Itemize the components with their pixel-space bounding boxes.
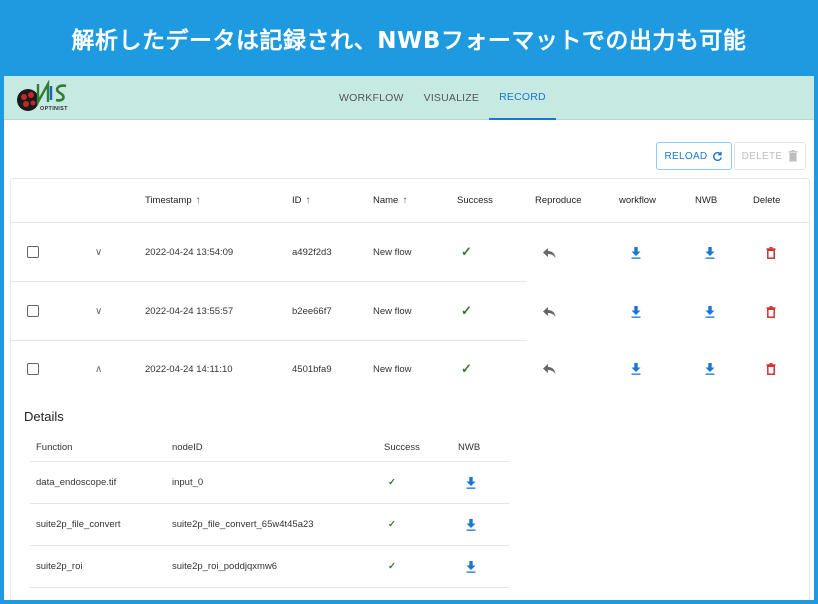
reproduce-reply-icon[interactable]	[543, 282, 556, 341]
expand-chevron-down-icon[interactable]: ∨	[95, 282, 102, 340]
success-check-icon: ✓	[388, 561, 396, 572]
header-id[interactable]: ID ↑	[292, 179, 311, 222]
workflow-download-icon[interactable]	[631, 223, 641, 282]
nwb-download-icon[interactable]	[466, 462, 476, 503]
row-id: b2ee66f7	[292, 305, 332, 317]
nwb-download-icon[interactable]	[466, 546, 476, 587]
promo-banner: 解析したデータは記録され、NWBフォーマットでの出力も可能	[0, 0, 818, 76]
header-reproduce: Reproduce	[535, 195, 582, 206]
delete-selected-button[interactable]: DELETE	[734, 142, 806, 170]
nwb-download-icon[interactable]	[466, 504, 476, 545]
row-id: a492f2d3	[292, 246, 332, 258]
row-name: New flow	[373, 246, 412, 258]
optinist-logo[interactable]: OPTINIST	[14, 79, 76, 118]
nwb-download-icon[interactable]	[705, 223, 715, 282]
success-check-icon: ✓	[388, 519, 396, 530]
success-check-icon: ✓	[461, 244, 472, 259]
row-select-cell	[27, 341, 39, 397]
row-name: New flow	[373, 363, 412, 375]
details-nodeid: suite2p_roi_poddjqxmw6	[172, 561, 278, 572]
reload-button[interactable]: RELOAD	[656, 142, 732, 170]
table-row: ∧ 2022-04-24 14:11:10 4501bfa9 New flow …	[11, 341, 527, 397]
details-row: data_endoscope.tif input_0 ✓	[30, 462, 510, 504]
header-timestamp-label: Timestamp	[145, 195, 192, 206]
row-checkbox[interactable]	[27, 305, 39, 317]
details-function: data_endoscope.tif	[36, 477, 117, 488]
nav-tabs: WORKFLOW VISUALIZE RECORD	[329, 76, 556, 120]
expand-chevron-down-icon[interactable]: ∨	[95, 223, 102, 281]
app-bar: OPTINIST WORKFLOW VISUALIZE RECORD	[4, 76, 814, 120]
reload-button-label: RELOAD	[664, 150, 708, 162]
details-nodeid: suite2p_file_convert_65w4t45a23	[172, 519, 314, 530]
details-title: Details	[24, 409, 64, 424]
refresh-icon	[712, 151, 723, 162]
details-header-nwb: NWB	[458, 442, 481, 453]
details-function: suite2p_file_convert	[36, 519, 121, 530]
workflow-download-icon[interactable]	[631, 341, 641, 397]
header-timestamp[interactable]: Timestamp ↑	[145, 179, 201, 222]
reproduce-reply-icon[interactable]	[543, 223, 556, 282]
expand-chevron-up-icon[interactable]: ∧	[95, 341, 102, 397]
table-row: ∨ 2022-04-24 13:55:57 b2ee66f7 New flow …	[11, 282, 527, 341]
delete-button-label: DELETE	[741, 150, 783, 162]
header-nwb: NWB	[695, 195, 718, 206]
reproduce-reply-icon[interactable]	[543, 341, 556, 397]
tab-record[interactable]: RECORD	[489, 76, 556, 120]
nwb-download-icon[interactable]	[705, 341, 715, 397]
app-window: OPTINIST WORKFLOW VISUALIZE RECORD RELOA…	[4, 76, 814, 600]
row-name: New flow	[373, 305, 412, 317]
row-checkbox[interactable]	[27, 246, 39, 258]
table-row: ∨ 2022-04-24 13:54:09 a492f2d3 New flow …	[11, 223, 527, 282]
delete-trash-icon[interactable]	[766, 341, 776, 397]
sort-arrow-icon: ↑	[195, 195, 201, 206]
details-header-success: Success	[384, 442, 420, 453]
row-timestamp: 2022-04-24 14:11:10	[145, 363, 233, 375]
header-delete: Delete	[753, 195, 781, 206]
delete-trash-icon[interactable]	[766, 223, 776, 282]
header-name[interactable]: Name ↑	[373, 179, 407, 222]
logo-wordmark: OPTINIST	[40, 106, 68, 112]
details-header-row: Function nodeID Success NWB	[30, 434, 510, 462]
header-id-label: ID	[292, 195, 302, 206]
success-check-icon: ✓	[461, 361, 472, 376]
nwb-download-icon[interactable]	[705, 282, 715, 341]
sort-arrow-icon: ↑	[402, 195, 408, 206]
success-check-icon: ✓	[461, 303, 472, 318]
details-header-nodeid: nodeID	[172, 442, 203, 453]
row-id: 4501bfa9	[292, 363, 332, 375]
details-row: suite2p_file_convert suite2p_file_conver…	[30, 504, 510, 546]
row-select-cell	[27, 223, 39, 281]
details-nodeid: input_0	[172, 477, 204, 488]
workflow-download-icon[interactable]	[631, 282, 641, 341]
header-workflow: workflow	[619, 195, 656, 206]
sort-arrow-icon: ↑	[305, 195, 311, 206]
tab-visualize[interactable]: VISUALIZE	[414, 76, 489, 120]
details-function: suite2p_roi	[36, 561, 83, 572]
row-checkbox[interactable]	[27, 363, 39, 375]
details-header-function: Function	[36, 442, 73, 453]
delete-trash-icon[interactable]	[766, 282, 776, 341]
details-row: suite2p_roi suite2p_roi_poddjqxmw6 ✓	[30, 546, 510, 588]
row-timestamp: 2022-04-24 13:55:57	[145, 305, 234, 317]
table-header-row: Timestamp ↑ ID ↑ Name ↑ Success Reproduc…	[11, 179, 809, 223]
row-timestamp: 2022-04-24 13:54:09	[145, 246, 234, 258]
tab-workflow[interactable]: WORKFLOW	[329, 76, 414, 120]
header-name-label: Name	[373, 195, 399, 206]
row-select-cell	[27, 282, 39, 340]
header-success: Success	[457, 195, 493, 206]
banner-text: 解析したデータは記録され、NWBフォーマットでの出力も可能	[71, 28, 747, 54]
trash-icon	[788, 150, 798, 162]
success-check-icon: ✓	[388, 477, 396, 488]
